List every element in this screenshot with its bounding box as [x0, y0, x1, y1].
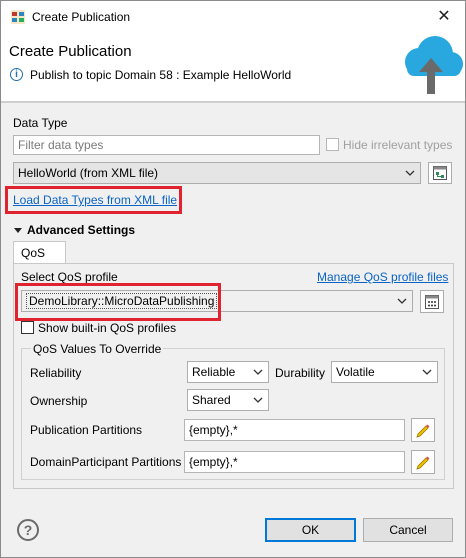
close-button[interactable]: ✕: [431, 5, 457, 29]
qos-profile-highlight: [15, 283, 221, 321]
ownership-value: Shared: [192, 393, 231, 407]
publication-partitions-value: {empty},*: [189, 423, 238, 437]
domainparticipant-partitions-label: DomainParticipant Partitions: [30, 455, 182, 469]
header-message: Publish to topic Domain 58 : Example Hel…: [30, 68, 292, 82]
filter-placeholder: Filter data types: [18, 138, 104, 152]
select-qos-profile-label: Select QoS profile: [21, 270, 118, 284]
help-icon[interactable]: ?: [17, 519, 39, 541]
show-builtin-qos-label: Show built-in QoS profiles: [38, 321, 177, 335]
durability-select[interactable]: Volatile: [331, 361, 438, 383]
reliability-select[interactable]: Reliable: [187, 361, 269, 383]
title-bar: Create Publication ✕: [1, 1, 465, 33]
publication-partitions-field[interactable]: {empty},*: [184, 419, 405, 441]
chevron-down-icon: [253, 369, 263, 375]
tab-qos[interactable]: QoS: [13, 241, 66, 264]
hide-irrelevant-label: Hide irrelevant types: [343, 138, 453, 152]
publication-partitions-label: Publication Partitions: [30, 423, 143, 437]
cancel-button-label: Cancel: [389, 523, 427, 537]
tab-qos-label: QoS: [21, 246, 46, 260]
cancel-button[interactable]: Cancel: [363, 518, 453, 542]
edit-publication-partitions-button[interactable]: [411, 418, 435, 442]
domainparticipant-partitions-field[interactable]: {empty},*: [184, 451, 405, 473]
chevron-down-icon: [397, 298, 407, 304]
durability-value: Volatile: [336, 365, 375, 379]
qos-profile-details-button[interactable]: [420, 290, 444, 313]
data-type-label: Data Type: [13, 116, 68, 130]
window-title: Create Publication: [32, 10, 131, 24]
ownership-label: Ownership: [30, 394, 88, 408]
chevron-down-icon: [422, 369, 432, 375]
dialog-content: Data Type Filter data types Hide irrelev…: [1, 103, 465, 507]
manage-qos-files-link[interactable]: Manage QoS profile files: [317, 270, 448, 284]
durability-label: Durability: [275, 366, 326, 380]
load-link-highlight: [5, 186, 182, 214]
dialog-footer: ? OK Cancel: [1, 507, 465, 557]
cloud-upload-icon: [405, 36, 463, 94]
show-builtin-qos-checkbox[interactable]: [21, 321, 34, 334]
domainparticipant-partitions-value: {empty},*: [189, 455, 238, 469]
chevron-down-icon: [405, 170, 415, 176]
ok-button-label: OK: [301, 523, 320, 537]
reliability-label: Reliability: [30, 366, 82, 380]
app-icon: [11, 10, 25, 24]
ownership-select[interactable]: Shared: [187, 389, 269, 411]
reliability-value: Reliable: [192, 365, 236, 379]
pencil-icon: [416, 456, 430, 470]
expand-triangle-icon[interactable]: [13, 225, 23, 235]
info-icon: i: [10, 68, 23, 81]
chevron-down-icon: [253, 397, 263, 403]
dialog-header: Create Publication i Publish to topic Do…: [1, 33, 465, 99]
create-publication-dialog: Create Publication ✕ Create Publication …: [0, 0, 466, 558]
ok-button[interactable]: OK: [265, 518, 356, 542]
close-icon: ✕: [437, 8, 451, 25]
hide-irrelevant-checkbox[interactable]: [326, 138, 339, 151]
header-title: Create Publication: [9, 43, 132, 60]
qos-override-group-title: QoS Values To Override: [31, 342, 164, 356]
data-type-selected-value: HelloWorld (from XML file): [18, 166, 159, 180]
type-tree-icon: [433, 166, 447, 180]
data-type-details-button[interactable]: [428, 162, 452, 184]
grid-dots-icon: [425, 294, 439, 309]
filter-data-types-input[interactable]: Filter data types: [13, 135, 320, 155]
advanced-settings-label[interactable]: Advanced Settings: [27, 223, 135, 237]
pencil-icon: [416, 424, 430, 438]
edit-domainparticipant-partitions-button[interactable]: [411, 450, 435, 474]
data-type-select[interactable]: HelloWorld (from XML file): [13, 162, 421, 184]
